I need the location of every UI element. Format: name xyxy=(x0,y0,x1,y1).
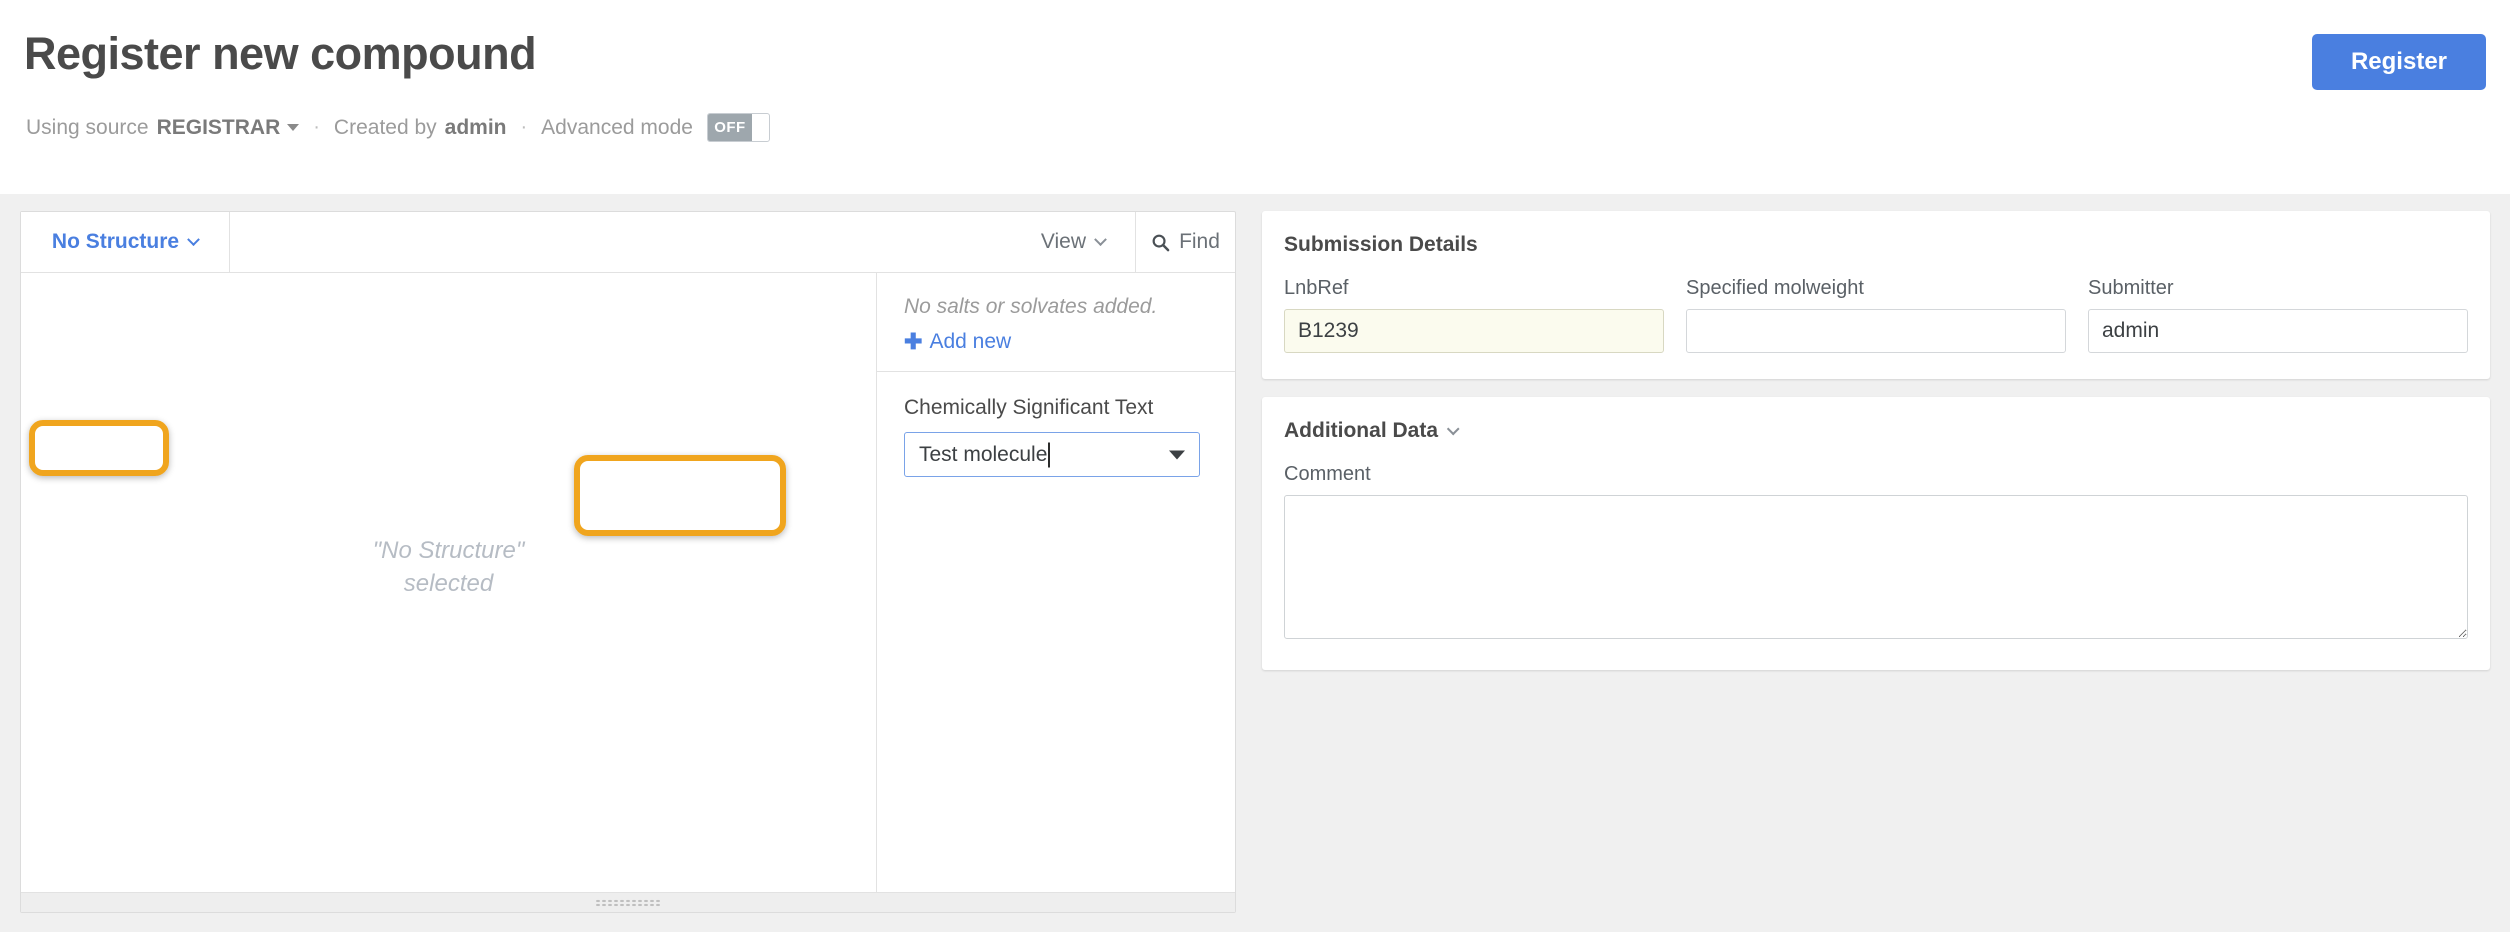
meta-separator-2: · xyxy=(521,116,528,139)
field-specified-molweight: Specified molweight xyxy=(1686,277,2066,353)
find-button[interactable]: Find xyxy=(1136,212,1235,272)
add-new-salt-button[interactable]: ✚ Add new xyxy=(904,329,1011,355)
field-lnbref: LnbRef xyxy=(1284,277,1664,353)
structure-body: "No Structure" selected No salts or solv… xyxy=(21,273,1235,892)
specified-molweight-label: Specified molweight xyxy=(1686,277,2066,300)
grip-dots-icon xyxy=(595,899,661,907)
lnbref-input[interactable] xyxy=(1284,309,1664,353)
using-source-label: Using source xyxy=(26,116,149,140)
chemically-significant-text-label: Chemically Significant Text xyxy=(904,396,1208,420)
register-button[interactable]: Register xyxy=(2312,34,2486,90)
structure-panel-resize-handle[interactable] xyxy=(21,892,1235,912)
toolbar-spacer xyxy=(230,212,1011,272)
page-title: Register new compound xyxy=(24,28,536,80)
canvas-placeholder-text: "No Structure" selected xyxy=(21,534,876,600)
structure-canvas[interactable]: "No Structure" selected xyxy=(21,273,877,892)
structure-toolbar: No Structure View Find xyxy=(21,212,1235,273)
advanced-mode-label: Advanced mode xyxy=(541,116,693,140)
source-value: REGISTRAR xyxy=(157,116,281,139)
chevron-down-icon xyxy=(1169,450,1185,459)
submitter-input[interactable] xyxy=(2088,309,2468,353)
chevron-down-icon xyxy=(287,124,299,131)
salts-solvates-section: No salts or solvates added. ✚ Add new xyxy=(877,273,1235,372)
chevron-down-icon xyxy=(1094,233,1107,246)
view-menu-button[interactable]: View xyxy=(1011,212,1136,272)
add-new-label: Add new xyxy=(929,330,1011,354)
salts-empty-message: No salts or solvates added. xyxy=(904,295,1235,319)
comment-textarea[interactable] xyxy=(1284,495,2468,639)
created-by-label: Created by xyxy=(334,116,437,140)
page-body: No Structure View Find "No Structure" xyxy=(0,194,2510,932)
submission-details-fields: LnbRef Specified molweight Submitter xyxy=(1284,277,2468,353)
header-meta-row: Using source REGISTRAR · Created by admi… xyxy=(26,113,770,142)
additional-data-title: Additional Data xyxy=(1284,419,1438,442)
submitter-label: Submitter xyxy=(2088,277,2468,300)
plus-icon: ✚ xyxy=(904,329,922,355)
field-submitter: Submitter xyxy=(2088,277,2468,353)
chemically-significant-text-section: Chemically Significant Text Test molecul… xyxy=(877,372,1235,477)
structure-panel: No Structure View Find "No Structure" xyxy=(20,211,1236,913)
chevron-down-icon xyxy=(1447,423,1460,436)
comment-label: Comment xyxy=(1284,463,2468,486)
additional-data-card: Additional Data Comment xyxy=(1262,397,2490,670)
no-structure-label: No Structure xyxy=(52,230,179,254)
submission-details-card: Submission Details LnbRef Specified molw… xyxy=(1262,211,2490,379)
additional-data-header[interactable]: Additional Data xyxy=(1284,419,2468,443)
page-header: Register new compound Using source REGIS… xyxy=(0,0,2510,194)
source-selector[interactable]: REGISTRAR xyxy=(157,116,300,140)
canvas-placeholder-line-1: "No Structure" xyxy=(21,534,876,567)
lnbref-label: LnbRef xyxy=(1284,277,1664,300)
search-icon xyxy=(1151,233,1170,252)
chemically-significant-text-input[interactable]: Test molecule xyxy=(904,432,1200,477)
structure-side-pane: No salts or solvates added. ✚ Add new Ch… xyxy=(877,273,1235,892)
chemically-significant-text-value: Test molecule xyxy=(919,443,1047,467)
specified-molweight-input[interactable] xyxy=(1686,309,2066,353)
canvas-placeholder-line-2: selected xyxy=(21,567,876,600)
submission-details-title: Submission Details xyxy=(1284,233,2468,257)
chevron-down-icon xyxy=(187,233,200,246)
no-structure-dropdown[interactable]: No Structure xyxy=(21,212,230,272)
created-by-value: admin xyxy=(445,116,507,140)
find-label: Find xyxy=(1179,230,1220,254)
view-label: View xyxy=(1041,230,1086,254)
right-column: Submission Details LnbRef Specified molw… xyxy=(1262,211,2490,688)
advanced-mode-toggle-state: OFF xyxy=(708,114,752,141)
meta-separator-1: · xyxy=(313,116,320,139)
advanced-mode-toggle[interactable]: OFF xyxy=(707,113,770,142)
